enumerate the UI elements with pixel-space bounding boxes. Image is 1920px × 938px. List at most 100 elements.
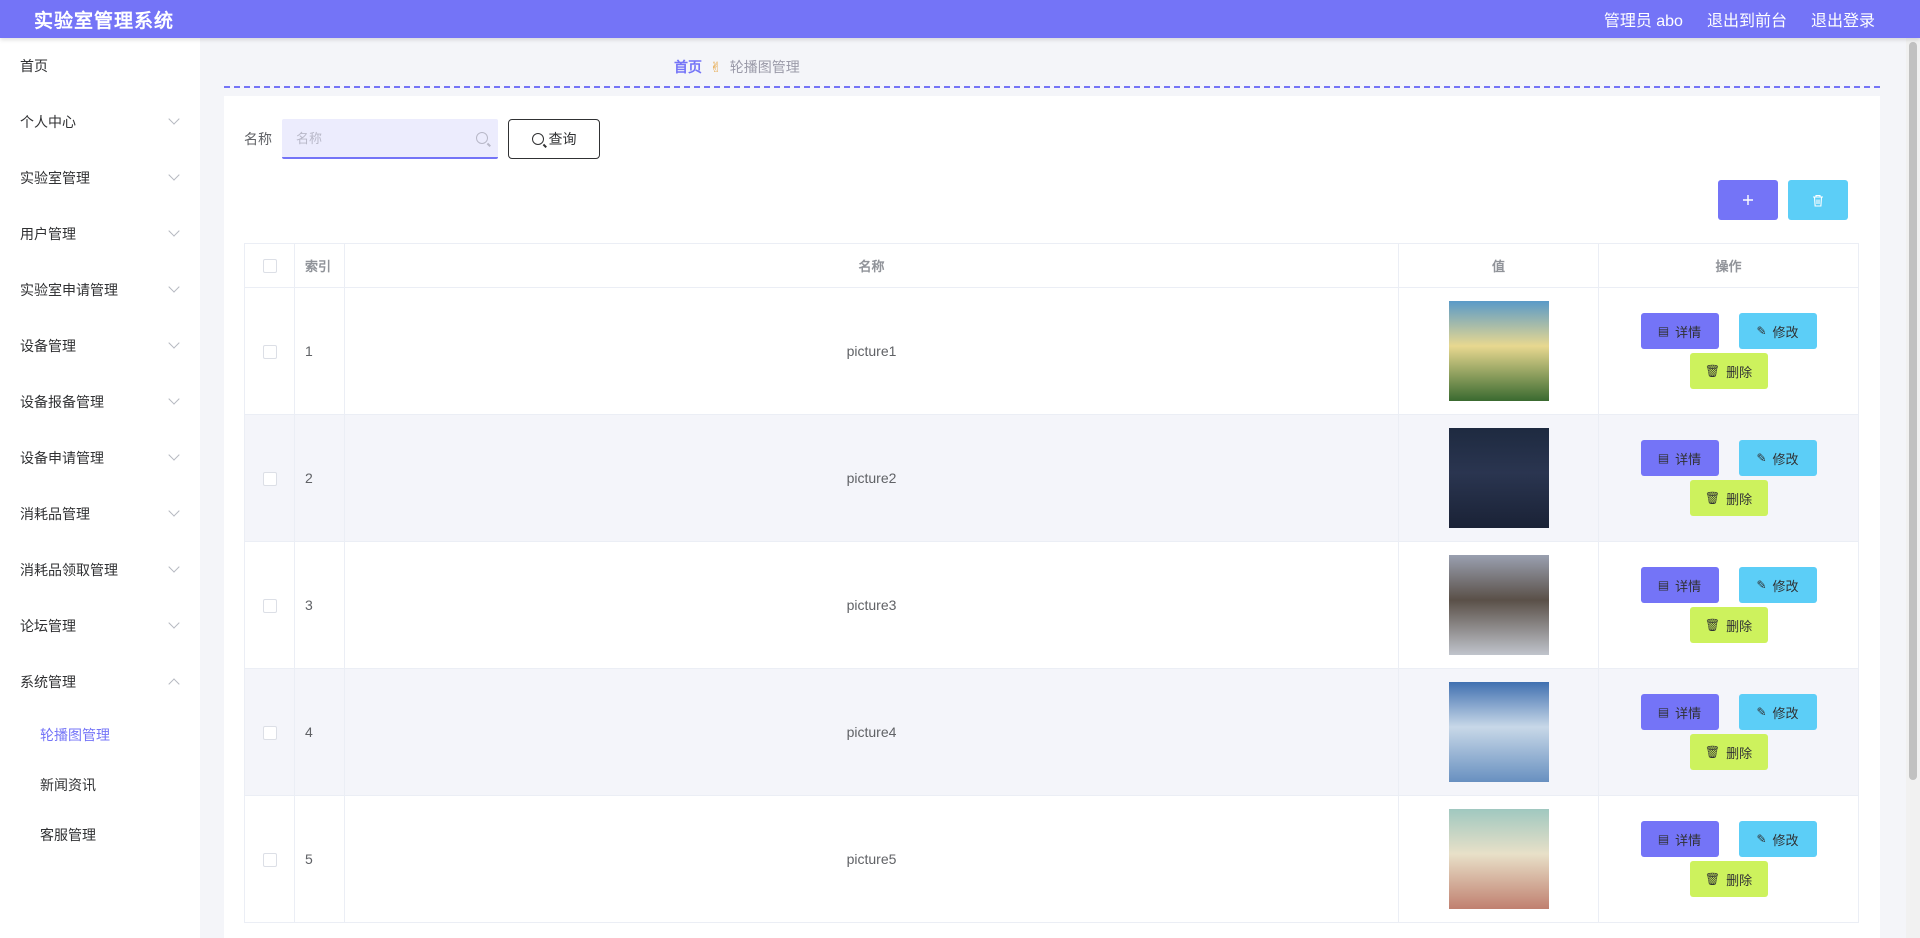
row-checkbox[interactable] bbox=[262, 726, 277, 741]
chevron-down-icon bbox=[168, 393, 180, 405]
sidebar-subitem-1[interactable]: 新闻资讯 bbox=[0, 760, 200, 810]
pencil-icon: ✎ bbox=[1756, 832, 1767, 846]
sidebar-item-label: 用户管理 bbox=[20, 226, 76, 242]
row-name: picture1 bbox=[344, 287, 1399, 415]
sidebar-item-2[interactable]: 实验室管理 bbox=[0, 150, 200, 206]
document-icon: ▤ bbox=[1657, 832, 1670, 846]
trash-icon: 🗑 bbox=[1704, 491, 1721, 505]
delete-button-label: 删除 bbox=[1726, 745, 1753, 761]
row-index: 3 bbox=[294, 541, 345, 669]
table-row: 1 picture1 ▤ 详情 ✎ 修改 🗑 删除 bbox=[244, 287, 1859, 415]
front-link[interactable]: 退出到前台 bbox=[1707, 7, 1787, 31]
row-actions: ▤ 详情 ✎ 修改 🗑 删除 bbox=[1629, 440, 1829, 516]
chevron-down-icon bbox=[168, 281, 180, 293]
pencil-icon: ✎ bbox=[1756, 451, 1767, 465]
sidebar-item-label: 论坛管理 bbox=[20, 618, 76, 634]
row-thumbnail-image[interactable] bbox=[1448, 428, 1549, 528]
sidebar-item-label: 消耗品领取管理 bbox=[20, 562, 118, 578]
pencil-icon: ✎ bbox=[1756, 705, 1767, 719]
sidebar-item-10[interactable]: 论坛管理 bbox=[0, 598, 200, 654]
edit-button[interactable]: ✎ 修改 bbox=[1738, 567, 1817, 603]
sidebar-item-6[interactable]: 设备报备管理 bbox=[0, 374, 200, 430]
delete-button[interactable]: 🗑 删除 bbox=[1689, 861, 1768, 897]
detail-button[interactable]: ▤ 详情 bbox=[1640, 440, 1719, 476]
edit-button[interactable]: ✎ 修改 bbox=[1738, 821, 1817, 857]
sidebar-subitem-2[interactable]: 客服管理 bbox=[0, 810, 200, 860]
table-body: 1 picture1 ▤ 详情 ✎ 修改 🗑 删除 2 picture2 ▤ 详情 ✎ 修改 🗑 删除 3 pic… bbox=[244, 287, 1859, 923]
table-row: 5 picture5 ▤ 详情 ✎ 修改 🗑 删除 bbox=[244, 795, 1859, 923]
row-ops-cell: ▤ 详情 ✎ 修改 🗑 删除 bbox=[1598, 541, 1859, 669]
main-content: 名称 查询 索引 名称 值 操作 1picture1▤详情✎修改🗑删除2pict… bbox=[224, 96, 1880, 938]
delete-button[interactable]: 🗑 删除 bbox=[1689, 353, 1768, 389]
row-checkbox[interactable] bbox=[262, 472, 277, 487]
query-button[interactable]: 查询 bbox=[508, 119, 600, 159]
document-icon: ▤ bbox=[1657, 324, 1670, 338]
sidebar-item-label: 系统管理 bbox=[20, 674, 76, 690]
row-select-cell bbox=[244, 668, 295, 796]
sidebar-item-8[interactable]: 消耗品管理 bbox=[0, 486, 200, 542]
search-box bbox=[282, 119, 498, 159]
pencil-icon: ✎ bbox=[1756, 324, 1767, 338]
data-table: 索引 名称 值 操作 1 picture1 ▤ 详情 ✎ 修改 🗑 删除 2 picture2 ▤ 详… bbox=[244, 243, 1859, 923]
delete-button[interactable]: 🗑 删除 bbox=[1689, 734, 1768, 770]
breadcrumb-divider bbox=[224, 86, 1880, 88]
row-checkbox[interactable] bbox=[262, 853, 277, 868]
query-button-label: 查询 bbox=[548, 131, 577, 147]
select-all-checkbox[interactable] bbox=[262, 259, 277, 274]
row-thumbnail-image[interactable] bbox=[1448, 809, 1549, 909]
row-thumbnail-image[interactable] bbox=[1448, 682, 1549, 782]
document-icon: ▤ bbox=[1657, 451, 1670, 465]
row-ops-cell: ▤ 详情 ✎ 修改 🗑 删除 bbox=[1598, 414, 1859, 542]
sidebar-item-11[interactable]: 系统管理 bbox=[0, 654, 200, 710]
sidebar-item-label: 设备报备管理 bbox=[20, 394, 104, 410]
edit-button-label: 修改 bbox=[1772, 451, 1799, 467]
row-ops-cell: ▤ 详情 ✎ 修改 🗑 删除 bbox=[1598, 287, 1859, 415]
chevron-down-icon bbox=[168, 113, 180, 125]
page-scrollbar[interactable] bbox=[1906, 38, 1920, 938]
sidebar-item-3[interactable]: 用户管理 bbox=[0, 206, 200, 262]
trash-icon: 🗑 bbox=[1704, 872, 1721, 886]
detail-button-label: 详情 bbox=[1675, 578, 1702, 594]
sidebar-item-0[interactable]: 首页 bbox=[0, 38, 200, 94]
edit-button-label: 修改 bbox=[1772, 705, 1799, 721]
sidebar-subitem-0[interactable]: 轮播图管理 bbox=[0, 710, 200, 760]
sidebar-item-5[interactable]: 设备管理 bbox=[0, 318, 200, 374]
detail-button[interactable]: ▤ 详情 bbox=[1640, 567, 1719, 603]
trash-icon bbox=[1813, 194, 1823, 207]
row-checkbox[interactable] bbox=[262, 345, 277, 360]
edit-button[interactable]: ✎ 修改 bbox=[1738, 440, 1817, 476]
delete-button[interactable]: 🗑 删除 bbox=[1689, 480, 1768, 516]
trash-icon: 🗑 bbox=[1704, 364, 1721, 378]
sidebar-item-1[interactable]: 个人中心 bbox=[0, 94, 200, 150]
row-thumbnail-image[interactable] bbox=[1448, 555, 1549, 655]
add-button[interactable] bbox=[1718, 180, 1778, 220]
row-thumbnail-image[interactable] bbox=[1448, 301, 1549, 401]
edit-button[interactable]: ✎ 修改 bbox=[1738, 694, 1817, 730]
delete-button[interactable]: 🗑 删除 bbox=[1689, 607, 1768, 643]
search-input[interactable] bbox=[296, 130, 456, 146]
batch-delete-button[interactable] bbox=[1788, 180, 1848, 220]
row-index: 4 bbox=[294, 668, 345, 796]
row-checkbox[interactable] bbox=[262, 599, 277, 614]
scrollbar-thumb[interactable] bbox=[1909, 42, 1917, 780]
sidebar-item-9[interactable]: 消耗品领取管理 bbox=[0, 542, 200, 598]
search-label: 名称 bbox=[244, 131, 272, 147]
detail-button[interactable]: ▤ 详情 bbox=[1640, 821, 1719, 857]
delete-button-label: 删除 bbox=[1726, 618, 1753, 634]
row-actions: ▤ 详情 ✎ 修改 🗑 删除 bbox=[1629, 821, 1829, 897]
breadcrumb-home[interactable]: 首页 bbox=[674, 57, 702, 77]
row-index: 2 bbox=[294, 414, 345, 542]
user-label: 管理员 abo bbox=[1603, 13, 1683, 30]
sidebar-item-label: 个人中心 bbox=[20, 114, 76, 130]
breadcrumb-current: 轮播图管理 bbox=[729, 59, 800, 75]
detail-button[interactable]: ▤ 详情 bbox=[1640, 313, 1719, 349]
edit-button[interactable]: ✎ 修改 bbox=[1738, 313, 1817, 349]
sidebar-item-7[interactable]: 设备申请管理 bbox=[0, 430, 200, 486]
table-row: 4 picture4 ▤ 详情 ✎ 修改 🗑 删除 bbox=[244, 668, 1859, 796]
sidebar-item-4[interactable]: 实验室申请管理 bbox=[0, 262, 200, 318]
edit-button-label: 修改 bbox=[1772, 324, 1799, 340]
chevron-down-icon bbox=[168, 449, 180, 461]
header-ops: 操作 bbox=[1598, 243, 1859, 288]
detail-button[interactable]: ▤ 详情 bbox=[1640, 694, 1719, 730]
logout-link[interactable]: 退出登录 bbox=[1811, 7, 1875, 31]
